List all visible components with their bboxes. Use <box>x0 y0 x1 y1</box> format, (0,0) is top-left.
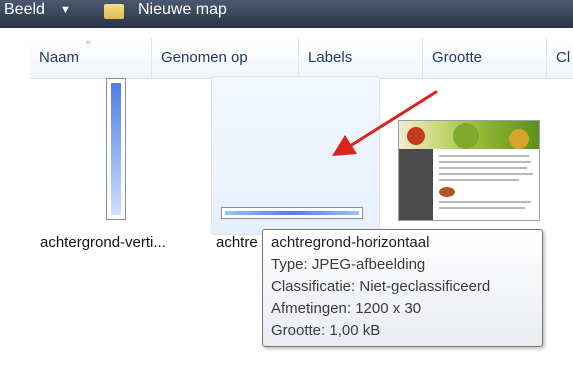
text-line <box>439 207 525 209</box>
column-header-classification[interactable]: Cl <box>547 38 573 78</box>
text-line <box>439 173 533 175</box>
toolbar: Beeld ▼ Nieuwe map <box>0 0 573 28</box>
tooltip-size: Grootte: 1,00 kB <box>271 322 381 339</box>
view-menu-button[interactable]: Beeld <box>4 0 45 22</box>
file-thumbnail[interactable] <box>106 78 126 220</box>
column-header-size[interactable]: Grootte <box>423 38 547 78</box>
column-header-name[interactable]: ^ Naam <box>30 38 152 78</box>
text-line <box>439 179 519 181</box>
new-folder-button[interactable]: Nieuwe map <box>138 0 227 22</box>
fruit-image <box>509 129 529 149</box>
fruit-image <box>439 187 455 197</box>
text-line <box>439 161 531 163</box>
fruit-image <box>407 127 425 145</box>
file-thumbnail[interactable] <box>221 207 363 219</box>
text-line <box>439 167 527 169</box>
fruit-image <box>453 123 479 149</box>
column-header-date-taken[interactable]: Genomen op <box>152 38 299 78</box>
file-name[interactable]: achtre <box>216 234 258 251</box>
tooltip-classification: Classificatie: Niet-geclassificeerd <box>271 278 491 295</box>
page-sidebar-image <box>399 149 433 220</box>
sort-ascending-icon: ^ <box>86 39 91 49</box>
text-line <box>439 155 529 157</box>
column-header-label: Grootte <box>432 49 483 66</box>
column-header-label: Cl <box>556 49 571 66</box>
vertical-gradient-image <box>111 83 121 215</box>
column-header-label: Genomen op <box>161 49 248 66</box>
navigation-pane-edge <box>0 38 22 367</box>
tooltip-file-name: achtregrond-horizontaal <box>271 234 430 251</box>
column-header-label: Naam <box>39 49 80 66</box>
column-header-label: Labels <box>308 49 353 66</box>
file-thumbnail[interactable] <box>398 120 540 221</box>
text-line <box>439 201 531 203</box>
file-name[interactable]: achtergrond-verti... <box>40 234 166 251</box>
horizontal-gradient-image <box>225 211 359 215</box>
tooltip-dimensions: Afmetingen: 1200 x 30 <box>271 300 422 317</box>
chevron-down-icon[interactable]: ▼ <box>60 0 71 22</box>
file-info-tooltip: achtregrond-horizontaal Type: JPEG-afbee… <box>262 229 543 347</box>
column-header: ^ Naam Genomen op Labels Grootte Cl <box>30 38 573 79</box>
tooltip-type: Type: JPEG-afbeelding <box>271 256 426 273</box>
column-header-tags[interactable]: Labels <box>299 38 423 78</box>
folder-icon <box>104 4 124 19</box>
